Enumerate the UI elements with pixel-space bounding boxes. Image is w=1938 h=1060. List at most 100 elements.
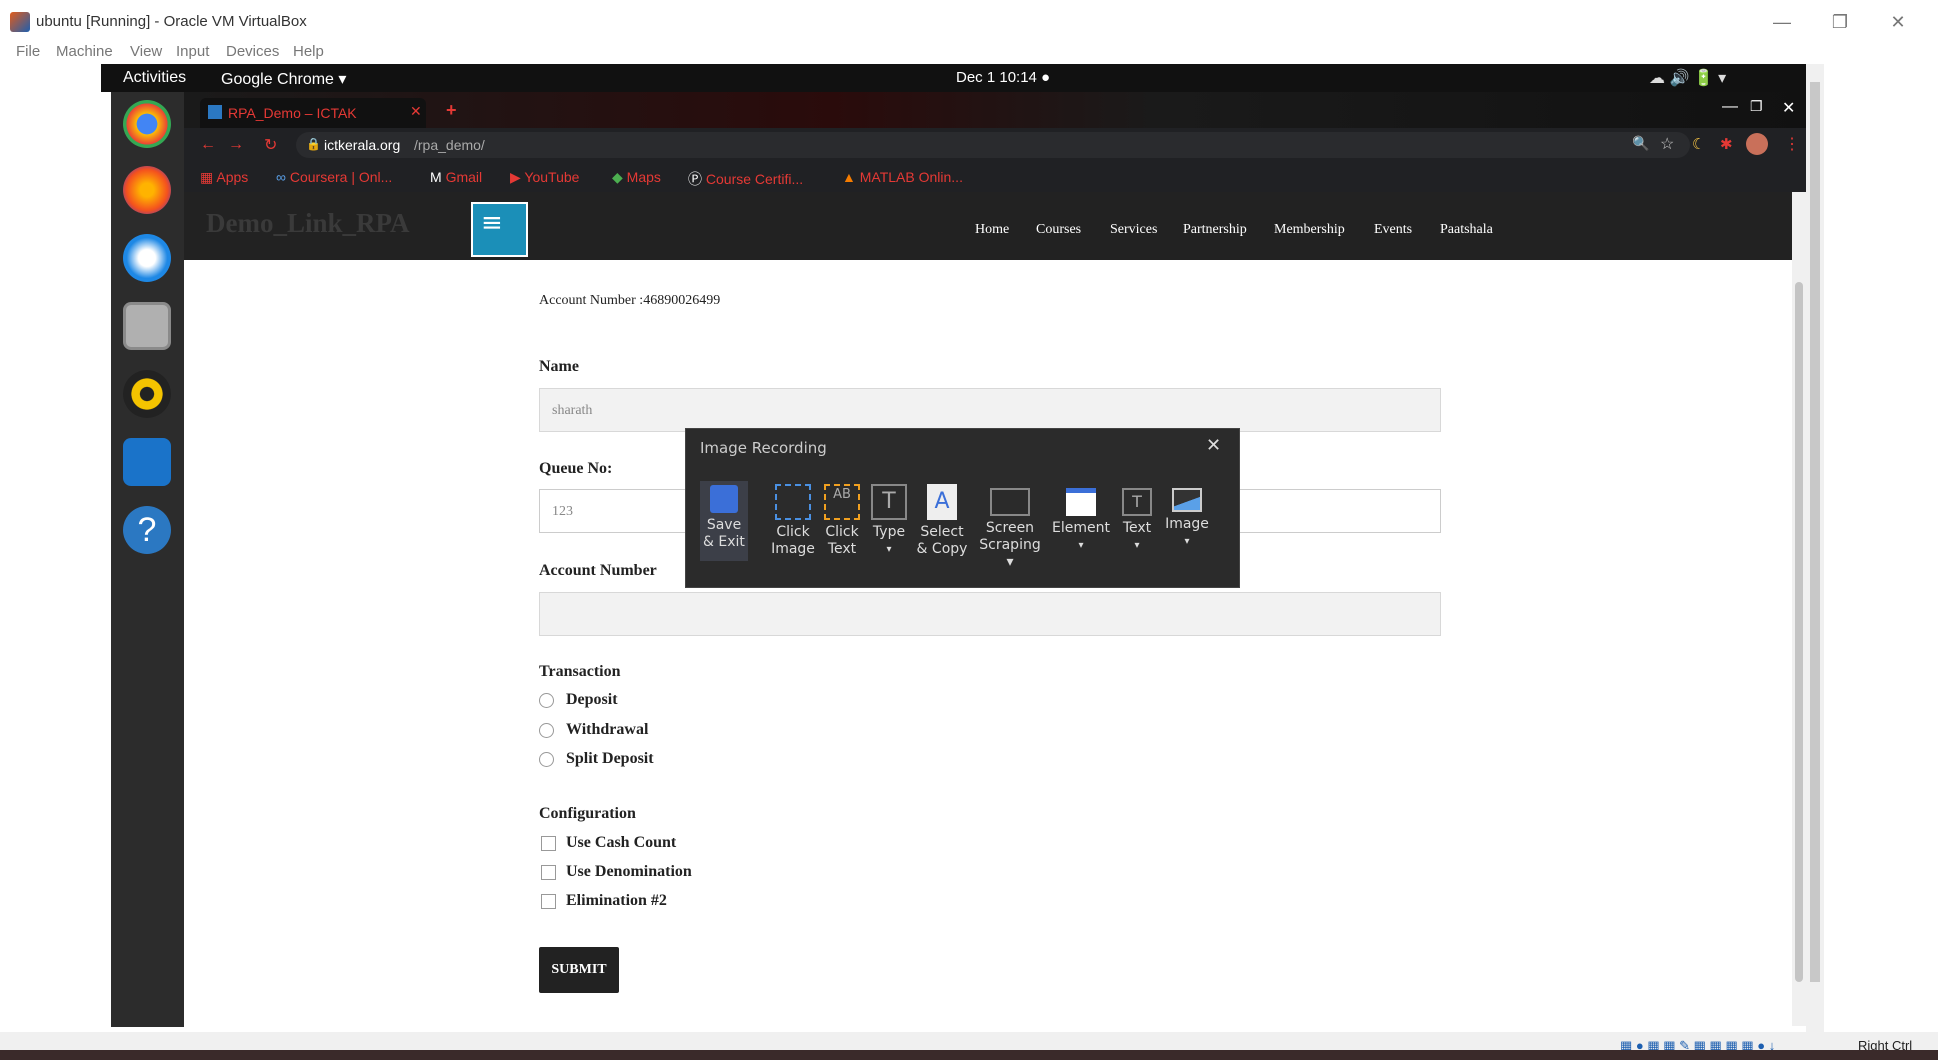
rhythmbox-launcher-icon[interactable]: [123, 370, 171, 418]
type-icon: T: [871, 484, 907, 520]
host-scrollbar-thumb[interactable]: [1810, 82, 1820, 982]
ictak-logo[interactable]: ≡: [471, 202, 528, 257]
account-number-input[interactable]: [539, 592, 1441, 636]
bookmark-label: Course Certifi...: [705, 171, 804, 187]
image-icon: [1172, 488, 1202, 512]
account-number-text: Account Number :46890026499: [539, 293, 721, 308]
dialog-title: Image Recording: [700, 439, 827, 457]
click-text-icon: AB: [824, 484, 860, 520]
screen-scraping-icon: [990, 488, 1030, 516]
bookmark-apps[interactable]: ▦ Apps: [200, 169, 248, 186]
text-icon: T: [1122, 488, 1152, 516]
tab-close-icon[interactable]: ✕: [410, 103, 422, 120]
clock[interactable]: Dec 1 10:14 ●: [956, 69, 1050, 86]
site-brand[interactable]: Demo_Link_RPA: [206, 208, 410, 239]
use-cash-count-checkbox[interactable]: [541, 836, 556, 851]
save-exit-button[interactable]: Save & Exit: [700, 481, 748, 561]
profile-avatar[interactable]: [1746, 133, 1768, 155]
bookmark-label: Apps: [216, 169, 249, 185]
chrome-launcher-icon[interactable]: [123, 100, 171, 148]
gmail-icon: M: [430, 169, 442, 185]
menu-devices[interactable]: Devices: [226, 43, 279, 60]
thunderbird-launcher-icon[interactable]: [123, 234, 171, 282]
menu-help[interactable]: Help: [293, 43, 324, 60]
chrome-menu-icon[interactable]: ⋮: [1784, 134, 1800, 154]
chrome-close-icon[interactable]: ✕: [1782, 98, 1795, 118]
apps-grid-icon: ▦: [200, 169, 214, 185]
type-button[interactable]: T Type ▾: [867, 484, 911, 558]
nav-membership[interactable]: Membership: [1274, 222, 1345, 238]
menu-input[interactable]: Input: [176, 43, 209, 60]
use-cash-count-label: Use Cash Count: [566, 834, 677, 851]
bookmark-label: Coursera | Onl...: [289, 169, 393, 185]
click-image-button[interactable]: Click Image: [768, 484, 818, 558]
help-launcher-icon[interactable]: ?: [123, 506, 171, 554]
bookmarks-bar: ▦ Apps ∞ Coursera | Onl... M Gmail ▶ You…: [184, 162, 1806, 192]
virtualbox-logo-icon: [10, 12, 30, 32]
active-tab[interactable]: RPA_Demo – ICTAK ✕: [200, 98, 426, 128]
extension-icon[interactable]: ✱: [1720, 135, 1733, 153]
withdrawal-radio[interactable]: [539, 723, 554, 738]
restore-icon[interactable]: ❐: [1828, 10, 1852, 34]
nav-services[interactable]: Services: [1110, 222, 1157, 238]
tool-label: & Copy: [916, 541, 968, 557]
elimination-checkbox[interactable]: [541, 894, 556, 909]
image-button[interactable]: Image ▾: [1162, 484, 1212, 550]
tool-label: Image: [1165, 516, 1209, 532]
use-denomination-label: Use Denomination: [566, 863, 692, 880]
nav-events[interactable]: Events: [1374, 222, 1412, 238]
bookmark-youtube[interactable]: ▶ YouTube: [510, 169, 579, 186]
menu-file[interactable]: File: [16, 43, 40, 60]
reload-icon[interactable]: ↻: [264, 135, 277, 155]
tool-label: Screen: [985, 520, 1035, 536]
system-tray-icons[interactable]: ☁ 🔊 🔋 ▾: [1649, 68, 1726, 88]
app-menu[interactable]: Google Chrome ▾: [221, 69, 346, 89]
dialog-close-icon[interactable]: ✕: [1206, 435, 1221, 456]
click-text-button[interactable]: AB Click Text: [820, 484, 864, 558]
minimize-icon[interactable]: —: [1770, 10, 1794, 34]
chrome-restore-icon[interactable]: ❐: [1750, 98, 1763, 115]
tool-label: Scraping ▾: [979, 537, 1041, 570]
select-copy-icon: A: [927, 484, 957, 520]
forward-icon[interactable]: →: [228, 136, 244, 154]
back-icon[interactable]: ←: [200, 136, 216, 154]
text-button[interactable]: T Text ▾: [1115, 484, 1159, 554]
close-icon[interactable]: ✕: [1886, 10, 1910, 34]
bookmark-star-icon[interactable]: ☆: [1660, 134, 1674, 154]
select-copy-button[interactable]: A Select & Copy: [914, 484, 970, 558]
element-button[interactable]: Element ▾: [1050, 484, 1112, 554]
bookmark-gmail[interactable]: M Gmail: [430, 169, 482, 185]
activities-button[interactable]: Activities: [123, 69, 186, 87]
split-deposit-radio[interactable]: [539, 752, 554, 767]
use-denomination-checkbox[interactable]: [541, 865, 556, 880]
youtube-icon: ▶: [510, 169, 521, 185]
bookmark-matlab[interactable]: ▲ MATLAB Onlin...: [842, 169, 963, 185]
deposit-radio[interactable]: [539, 693, 554, 708]
submit-button[interactable]: SUBMIT: [539, 947, 619, 993]
files-launcher-icon[interactable]: [123, 302, 171, 350]
bookmark-maps[interactable]: ◆ Maps: [612, 169, 661, 186]
host-scrollbar[interactable]: [1806, 64, 1824, 1032]
coursera-icon: ∞: [276, 169, 286, 185]
firefox-launcher-icon[interactable]: [123, 166, 171, 214]
nav-paatshala[interactable]: Paatshala: [1440, 222, 1493, 238]
name-input[interactable]: sharath: [539, 388, 1441, 432]
tool-label: Click: [776, 524, 810, 540]
address-bar[interactable]: 🔒 ictkerala.org /rpa_demo/ 🔍 ☆: [296, 132, 1690, 158]
nav-partnership[interactable]: Partnership: [1183, 222, 1247, 238]
chrome-minimize-icon[interactable]: —: [1722, 98, 1738, 116]
dark-mode-extension-icon[interactable]: ☾: [1692, 135, 1705, 153]
new-tab-icon[interactable]: +: [446, 100, 457, 121]
page-scrollbar[interactable]: [1792, 192, 1806, 1026]
nav-home[interactable]: Home: [975, 222, 1009, 238]
writer-launcher-icon[interactable]: [123, 438, 171, 486]
zoom-icon[interactable]: 🔍: [1632, 135, 1649, 152]
bookmark-course-certificate[interactable]: Ⓟ Course Certifi...: [688, 169, 803, 189]
menu-machine[interactable]: Machine: [56, 43, 113, 60]
screen-scraping-button[interactable]: Screen Scraping ▾: [975, 484, 1045, 571]
page-scrollbar-thumb[interactable]: [1795, 282, 1803, 982]
tool-dropdown-chevron: ▾: [1078, 540, 1084, 551]
nav-courses[interactable]: Courses: [1036, 222, 1081, 238]
bookmark-coursera[interactable]: ∞ Coursera | Onl...: [276, 169, 392, 185]
menu-view[interactable]: View: [130, 43, 162, 60]
